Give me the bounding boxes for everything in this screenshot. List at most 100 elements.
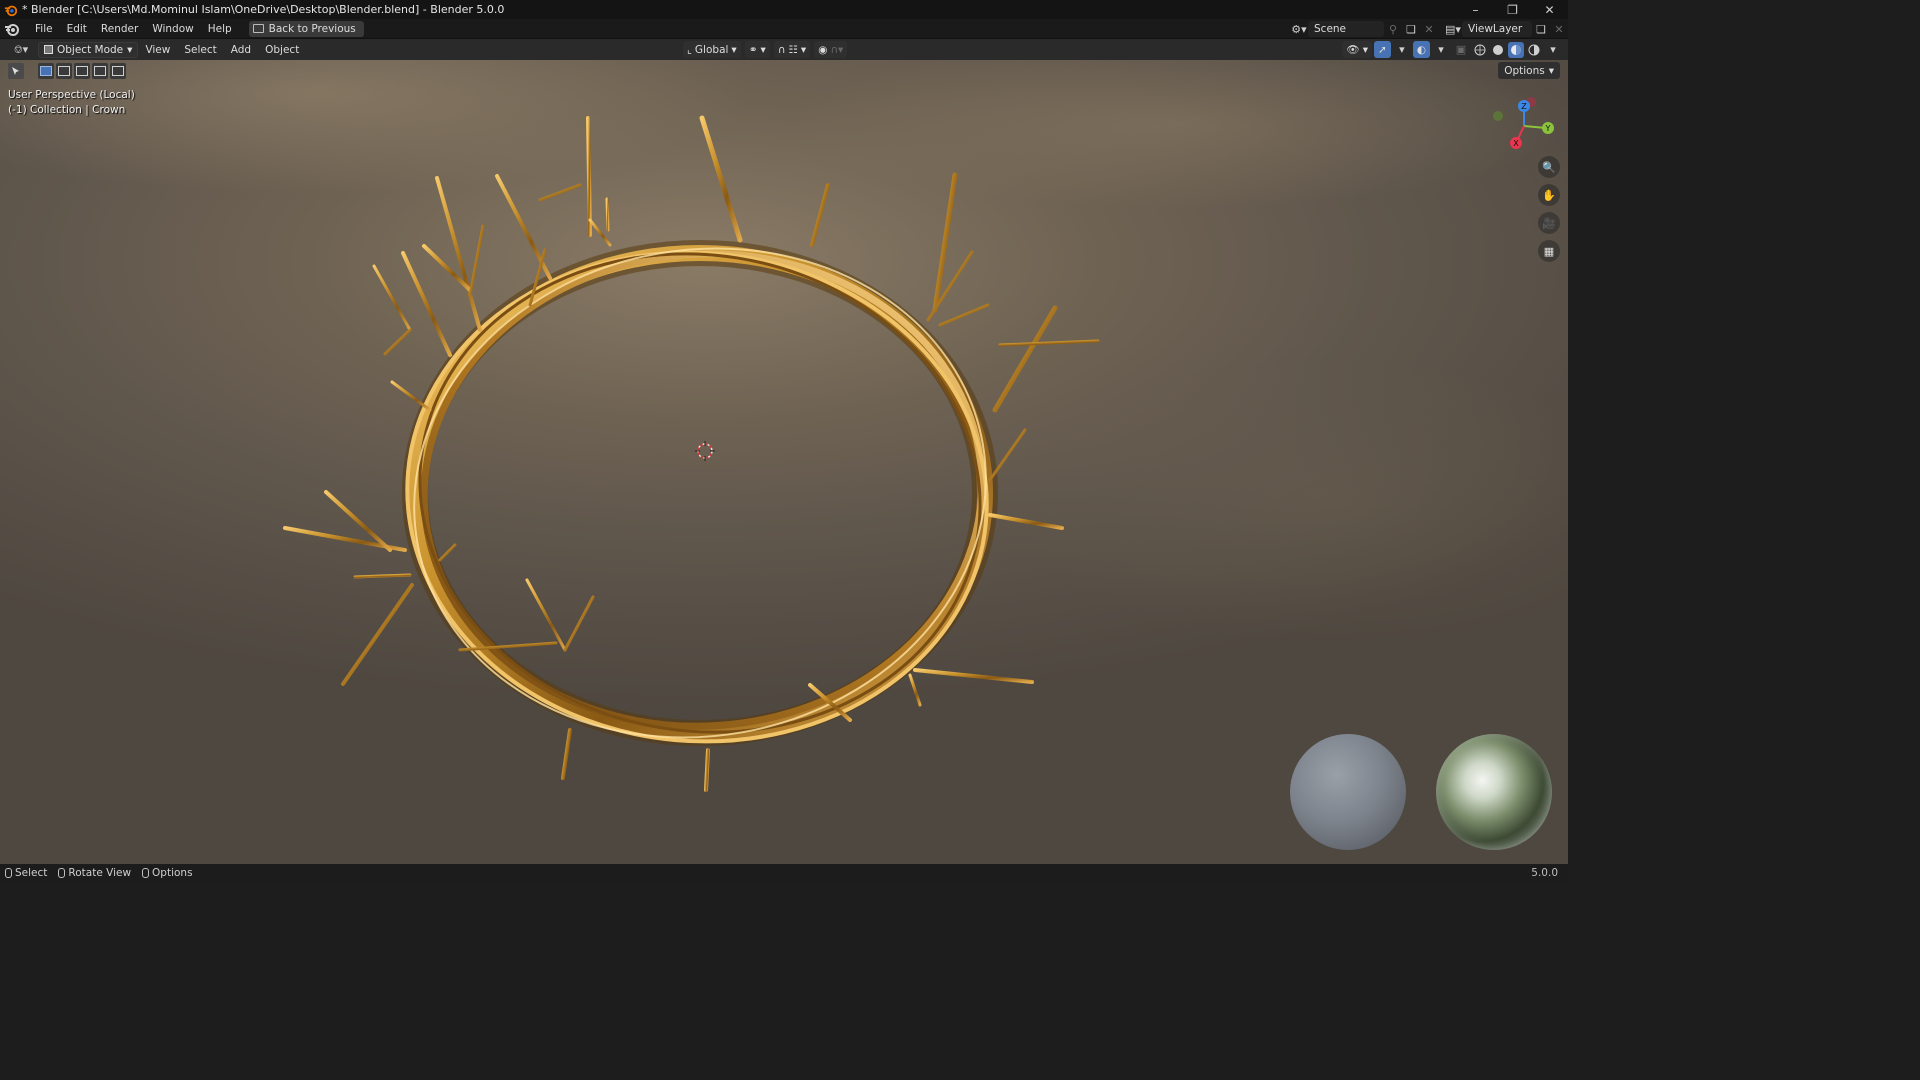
close-icon[interactable]: ✕ xyxy=(1531,0,1568,19)
snap-increment-icon: ☷ xyxy=(788,43,798,56)
proportional-edit-icon: ◉ xyxy=(818,43,828,56)
navigation-tools: 🔍 ✋ 🎥 ▦ xyxy=(1538,156,1560,262)
xray-toggle-icon[interactable]: ▣ xyxy=(1452,42,1470,58)
object-mode-label: Object Mode xyxy=(57,43,124,56)
pivot-point-dropdown[interactable]: ⚭ ▾ xyxy=(744,41,770,58)
status-bar: Select Rotate View Options 5.0.0 xyxy=(0,864,1568,882)
viewport-header: ⎊▾ Object Mode ▾ View Select Add Object … xyxy=(0,39,1568,60)
shading-rendered-icon[interactable] xyxy=(1526,42,1542,58)
falloff-curve-icon: ∩▾ xyxy=(830,43,844,56)
overlays-toggle[interactable]: ◐ xyxy=(1412,41,1430,58)
view-perspective-text: User Perspective (Local) xyxy=(8,89,135,101)
new-view-layer-icon[interactable]: ❏ xyxy=(1532,21,1550,37)
gizmo-toggle[interactable]: ➚ xyxy=(1374,41,1391,58)
orientation-axes-icon: ⌞ xyxy=(687,43,692,56)
shading-wireframe-icon[interactable] xyxy=(1472,42,1488,58)
top-menu-bar: File Edit Render Window Help Back to Pre… xyxy=(0,19,1568,39)
shading-material-preview-icon[interactable] xyxy=(1508,41,1524,58)
gizmo-dropdown[interactable]: ▾ xyxy=(1393,42,1411,58)
delete-view-layer-icon[interactable]: ✕ xyxy=(1550,21,1568,37)
scene-type-icon[interactable]: ⚙▾ xyxy=(1290,21,1308,37)
scene-name-field[interactable]: Scene xyxy=(1308,21,1384,37)
overlays-icon: ◐ xyxy=(1416,43,1426,56)
blender-version: 5.0.0 xyxy=(1531,867,1558,879)
select-intersect-icon[interactable] xyxy=(110,63,126,79)
select-invert-icon[interactable] xyxy=(92,63,108,79)
menu-object[interactable]: Object xyxy=(258,44,306,56)
chevron-down-icon: ▾ xyxy=(760,43,766,56)
pivot-point-icon: ⚭ xyxy=(748,43,758,56)
delete-scene-icon[interactable]: ✕ xyxy=(1420,21,1438,37)
menu-edit[interactable]: Edit xyxy=(60,19,94,39)
new-scene-icon[interactable]: ❏ xyxy=(1402,21,1420,37)
left-mouse-icon xyxy=(5,868,12,878)
status-hint-rotate: Rotate View xyxy=(58,867,131,879)
select-tool-icon[interactable] xyxy=(8,63,24,79)
transform-orientation-label: Global xyxy=(694,43,729,56)
back-screen-icon xyxy=(252,24,264,33)
chevron-down-icon: ▾ xyxy=(800,43,807,56)
options-label: Options xyxy=(1504,64,1545,77)
right-mouse-icon xyxy=(142,868,150,878)
object-visibility-dropdown[interactable]: 👁 ▾ xyxy=(1342,41,1373,58)
chevron-down-icon: ▾ xyxy=(731,43,737,56)
view-layer-field[interactable]: ViewLayer xyxy=(1462,21,1532,37)
proportional-editing-toggle[interactable]: ◉ ∩▾ xyxy=(814,41,848,58)
menu-render[interactable]: Render xyxy=(94,19,145,39)
view-layer-type-icon[interactable]: ▤▾ xyxy=(1444,21,1462,37)
status-hint-select: Select xyxy=(5,867,47,879)
select-extend-icon[interactable] xyxy=(56,63,72,79)
window-title: * Blender [C:\Users\Md.Mominul Islam\One… xyxy=(22,3,505,16)
camera-view-icon[interactable]: 🎥 xyxy=(1538,212,1560,234)
3d-viewport[interactable]: Options ▾ User Perspective (Local) (-1) … xyxy=(0,60,1568,864)
chevron-down-icon: ▾ xyxy=(1362,43,1369,56)
window-title-bar: * Blender [C:\Users\Md.Mominul Islam\One… xyxy=(0,0,1568,19)
gizmo-icon: ➚ xyxy=(1378,43,1387,56)
object-mode-icon xyxy=(44,45,53,54)
menu-file[interactable]: File xyxy=(28,19,60,39)
view-layer-name: ViewLayer xyxy=(1468,23,1523,35)
transform-orientation-dropdown[interactable]: ⌞ Global ▾ xyxy=(683,41,741,58)
blender-logo-icon xyxy=(4,5,18,16)
chevron-down-icon: ▾ xyxy=(127,43,133,56)
shading-dropdown[interactable]: ▾ xyxy=(1544,42,1562,58)
3d-cursor-icon xyxy=(695,441,715,461)
snap-magnet-icon: ∩ xyxy=(777,43,786,56)
snapping-toggle[interactable]: ∩ ☷ ▾ xyxy=(773,41,811,58)
select-new-icon[interactable] xyxy=(38,63,54,79)
minimize-icon[interactable]: – xyxy=(1457,0,1494,19)
object-mode-dropdown[interactable]: Object Mode ▾ xyxy=(38,41,139,58)
chevron-down-icon: ▾ xyxy=(1548,64,1554,77)
scene-name: Scene xyxy=(1314,23,1347,35)
menu-select[interactable]: Select xyxy=(177,44,223,56)
editor-type-icon[interactable]: ⎊▾ xyxy=(8,42,34,58)
eye-icon: 👁 xyxy=(1346,44,1360,56)
status-hint-options-label: Options xyxy=(152,867,193,879)
status-hint-rotate-label: Rotate View xyxy=(68,867,132,879)
z-axis-label: Z xyxy=(1521,102,1527,111)
menu-add[interactable]: Add xyxy=(224,44,258,56)
viewport-info-overlay: User Perspective (Local) (-1) Collection… xyxy=(8,88,135,118)
x-axis-label: X xyxy=(1513,139,1519,148)
blender-menu-icon[interactable] xyxy=(4,21,20,37)
navigation-gizmo[interactable]: Z Y X xyxy=(1492,96,1556,152)
perspective-toggle-icon[interactable]: ▦ xyxy=(1538,240,1560,262)
select-subtract-icon[interactable] xyxy=(74,63,90,79)
back-to-previous-button[interactable]: Back to Previous xyxy=(248,20,364,37)
pin-scene-icon[interactable]: ⚲ xyxy=(1384,21,1402,37)
hdri-preview-sphere[interactable] xyxy=(1436,734,1552,850)
menu-help[interactable]: Help xyxy=(201,19,239,39)
overlays-dropdown[interactable]: ▾ xyxy=(1432,42,1450,58)
menu-window[interactable]: Window xyxy=(145,19,200,39)
shading-solid-icon[interactable] xyxy=(1490,42,1506,58)
pan-hand-icon[interactable]: ✋ xyxy=(1538,184,1560,206)
zoom-icon[interactable]: 🔍 xyxy=(1538,156,1560,178)
menu-view[interactable]: View xyxy=(138,44,177,56)
back-to-previous-label: Back to Previous xyxy=(268,22,356,35)
neg-y-axis-dot[interactable] xyxy=(1493,111,1503,121)
y-axis-label: Y xyxy=(1545,124,1551,133)
viewport-options-button[interactable]: Options ▾ xyxy=(1498,62,1560,79)
status-hint-select-label: Select xyxy=(15,867,48,879)
restore-icon[interactable]: ❐ xyxy=(1494,0,1531,19)
tool-settings-header xyxy=(8,62,126,80)
